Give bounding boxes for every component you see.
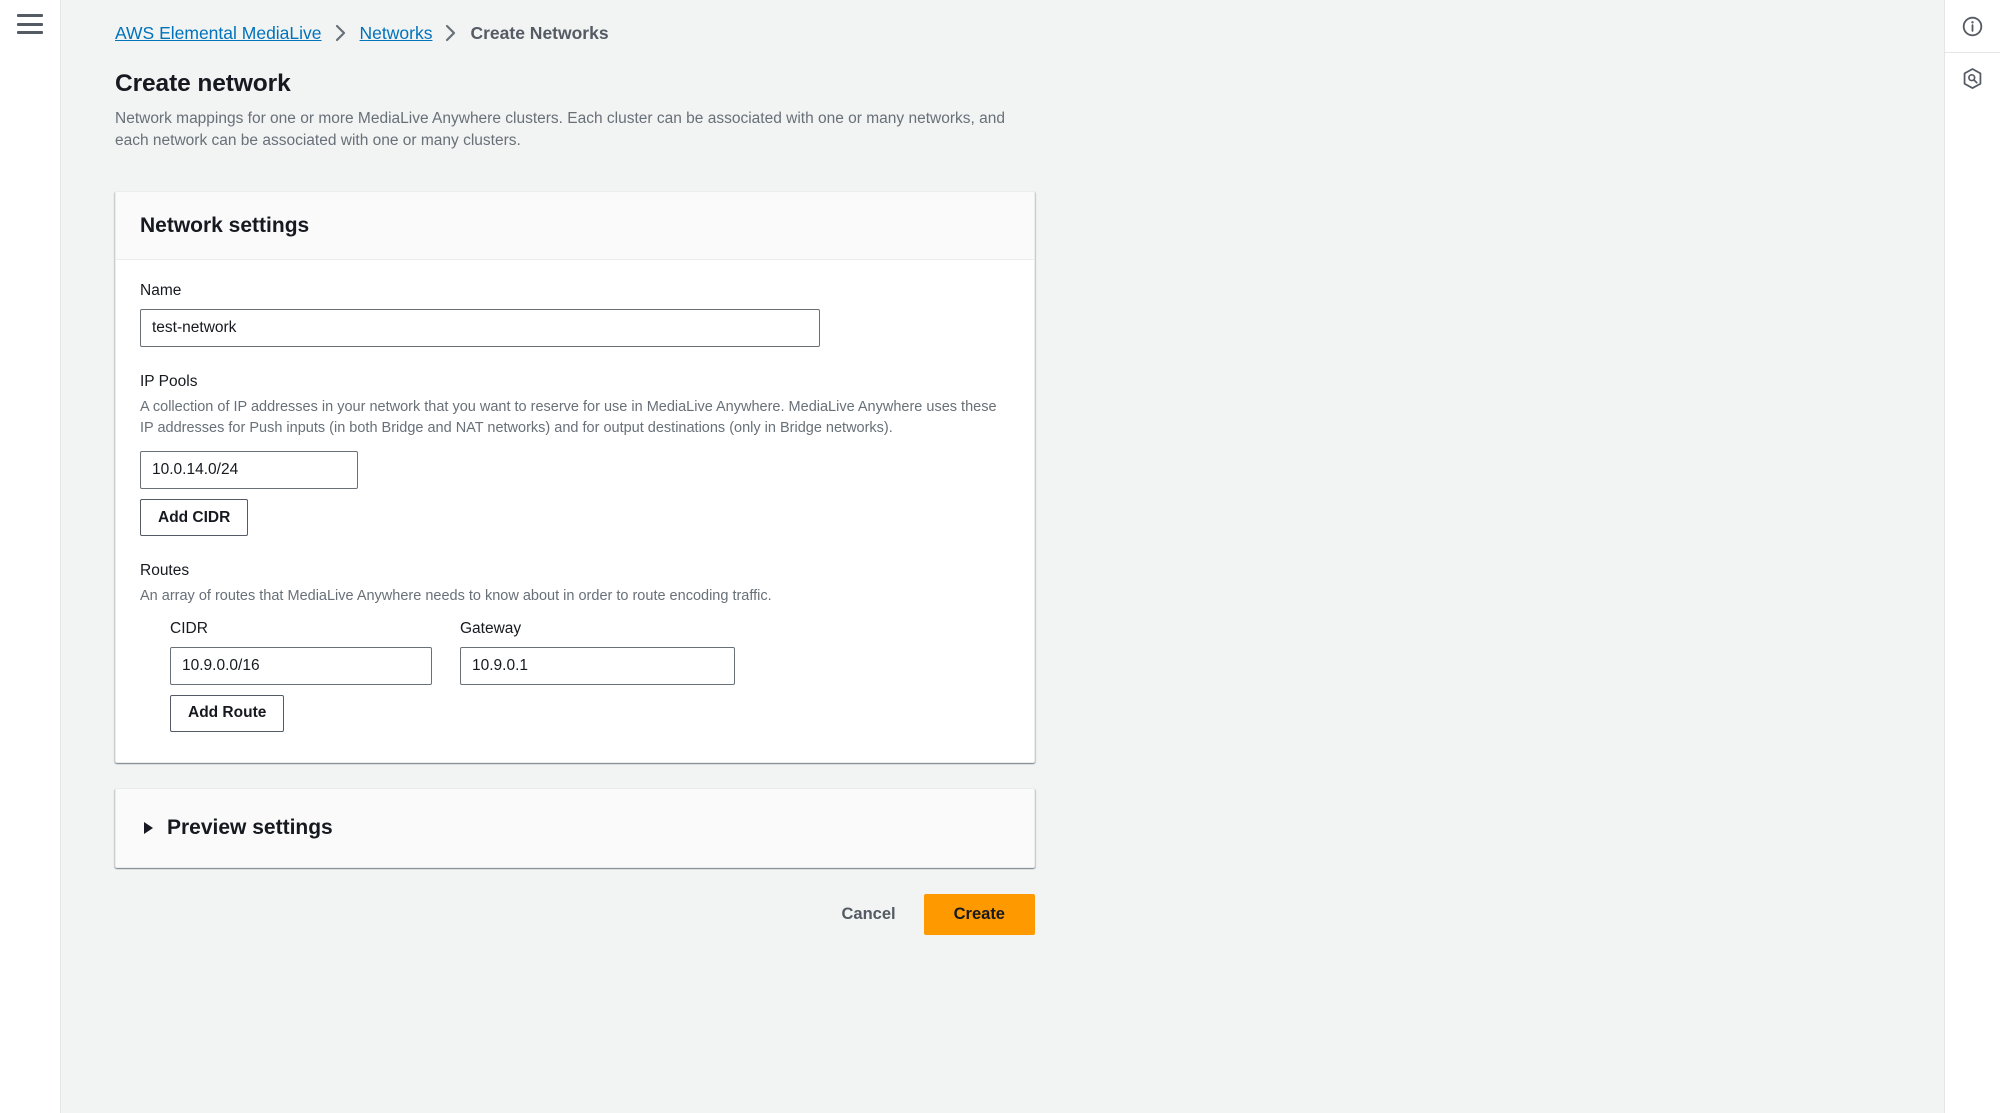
route-gateway-input[interactable] xyxy=(460,646,735,685)
breadcrumb-item-current: Create Networks xyxy=(470,22,609,43)
network-settings-card-body: Name IP Pools A collection of IP address… xyxy=(116,260,1034,762)
breadcrumb-item-medialive[interactable]: AWS Elemental MediaLive xyxy=(115,23,322,44)
right-tools-rail xyxy=(1944,0,2000,1113)
routes-column-cidr: CIDR xyxy=(170,619,208,637)
routes-table: CIDR Gateway Add Route xyxy=(170,620,1010,732)
route-cidr-input[interactable] xyxy=(170,646,432,685)
routes-field-group: Routes An array of routes that MediaLive… xyxy=(140,562,1010,732)
network-settings-title: Network settings xyxy=(140,213,310,237)
ip-pools-cidr-input[interactable] xyxy=(140,451,358,490)
ip-pools-field-group: IP Pools A collection of IP addresses in… xyxy=(140,372,1010,537)
breadcrumb: AWS Elemental MediaLive Networks Create … xyxy=(115,18,1291,48)
info-circle-icon[interactable] xyxy=(1945,0,2000,52)
network-settings-card-header: Network settings xyxy=(116,191,1034,260)
ip-pools-label: IP Pools xyxy=(140,372,198,390)
routes-header-row: CIDR Gateway xyxy=(170,620,1010,685)
hamburger-line xyxy=(17,14,43,17)
cancel-button[interactable]: Cancel xyxy=(824,895,914,934)
preview-settings-label: Preview settings xyxy=(167,815,333,839)
routes-column-gateway: Gateway xyxy=(460,619,522,637)
breadcrumb-item-networks[interactable]: Networks xyxy=(360,23,433,44)
hamburger-line xyxy=(17,31,43,34)
network-settings-card: Network settings Name IP Pools A collect… xyxy=(115,190,1035,763)
routes-description: An array of routes that MediaLive Anywhe… xyxy=(140,588,772,605)
name-label: Name xyxy=(140,281,182,299)
page-description: Network mappings for one or more MediaLi… xyxy=(115,110,1005,150)
caret-right-icon xyxy=(144,821,153,834)
chevron-right-icon xyxy=(335,24,347,42)
create-button[interactable]: Create xyxy=(923,893,1035,935)
add-route-button[interactable]: Add Route xyxy=(170,694,285,732)
add-cidr-button[interactable]: Add CIDR xyxy=(140,499,249,537)
page-title: Create network xyxy=(115,70,291,97)
app-root: AWS Elemental MediaLive Networks Create … xyxy=(0,0,2000,1113)
name-field-group: Name xyxy=(140,282,1010,347)
name-input[interactable] xyxy=(140,308,820,347)
ip-pools-description: A collection of IP addresses in your net… xyxy=(140,398,997,436)
routes-label: Routes xyxy=(140,562,190,580)
preview-settings-panel[interactable]: Preview settings xyxy=(115,787,1035,868)
chevron-right-icon xyxy=(445,24,457,42)
left-navigation-rail xyxy=(0,0,61,1113)
form-actions: Cancel Create xyxy=(115,893,1035,965)
main-content: AWS Elemental MediaLive Networks Create … xyxy=(61,0,1944,1113)
hamburger-line xyxy=(17,22,43,26)
shield-search-icon[interactable] xyxy=(1945,53,2000,105)
hamburger-menu-icon[interactable] xyxy=(17,14,43,34)
